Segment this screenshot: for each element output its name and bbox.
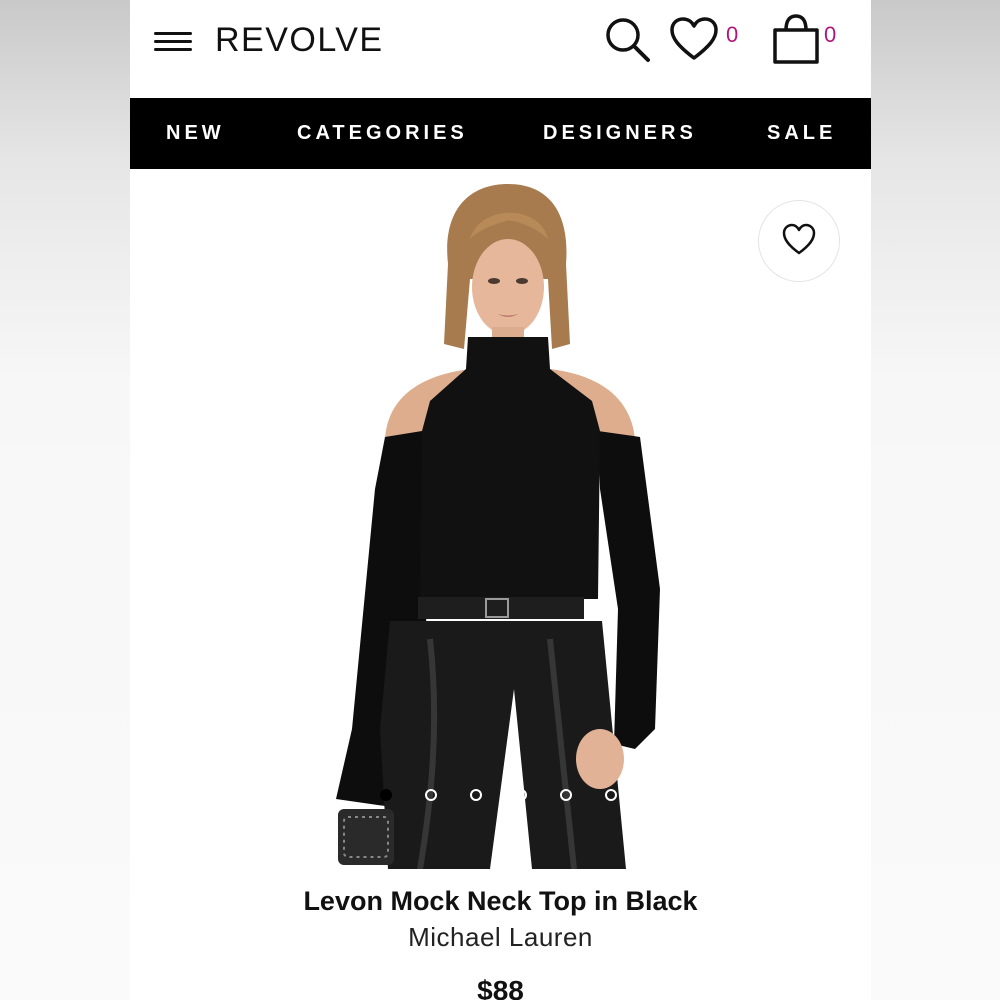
- pagination-dot[interactable]: [470, 789, 482, 801]
- search-icon[interactable]: [602, 14, 654, 66]
- main-nav: NEW CATEGORIES DESIGNERS SALE: [130, 98, 871, 169]
- site-header: REVOLVE 0 0: [130, 0, 871, 98]
- product-price: $88: [477, 975, 524, 1000]
- image-pagination: [380, 789, 630, 809]
- brand-logo[interactable]: REVOLVE: [215, 20, 384, 60]
- nav-item-sale[interactable]: SALE: [767, 98, 836, 169]
- product-title: Levon Mock Neck Top in Black: [303, 886, 698, 916]
- nav-item-categories[interactable]: CATEGORIES: [297, 98, 468, 169]
- pagination-dot[interactable]: [515, 789, 527, 801]
- pagination-dot[interactable]: [560, 789, 572, 801]
- nav-item-designers[interactable]: DESIGNERS: [543, 98, 697, 169]
- wishlist-count: 0: [726, 22, 739, 47]
- heart-outline-icon: [782, 223, 816, 255]
- bag-icon[interactable]: [770, 12, 822, 68]
- designer-link[interactable]: Michael Lauren: [130, 920, 871, 954]
- pagination-dot[interactable]: [425, 789, 437, 801]
- bag-count: 0: [824, 22, 837, 47]
- nav-item-new[interactable]: NEW: [166, 98, 225, 169]
- pagination-dot[interactable]: [380, 789, 392, 801]
- add-to-wishlist-button[interactable]: [758, 200, 840, 282]
- pagination-dot[interactable]: [605, 789, 617, 801]
- menu-icon[interactable]: [152, 27, 194, 57]
- heart-icon[interactable]: [668, 16, 720, 64]
- product-image: [336, 184, 660, 870]
- product-page: REVOLVE 0 0 NEW CATEGORIES DESIGNERS SAL…: [130, 0, 871, 1000]
- product-image-gallery[interactable]: [130, 169, 871, 870]
